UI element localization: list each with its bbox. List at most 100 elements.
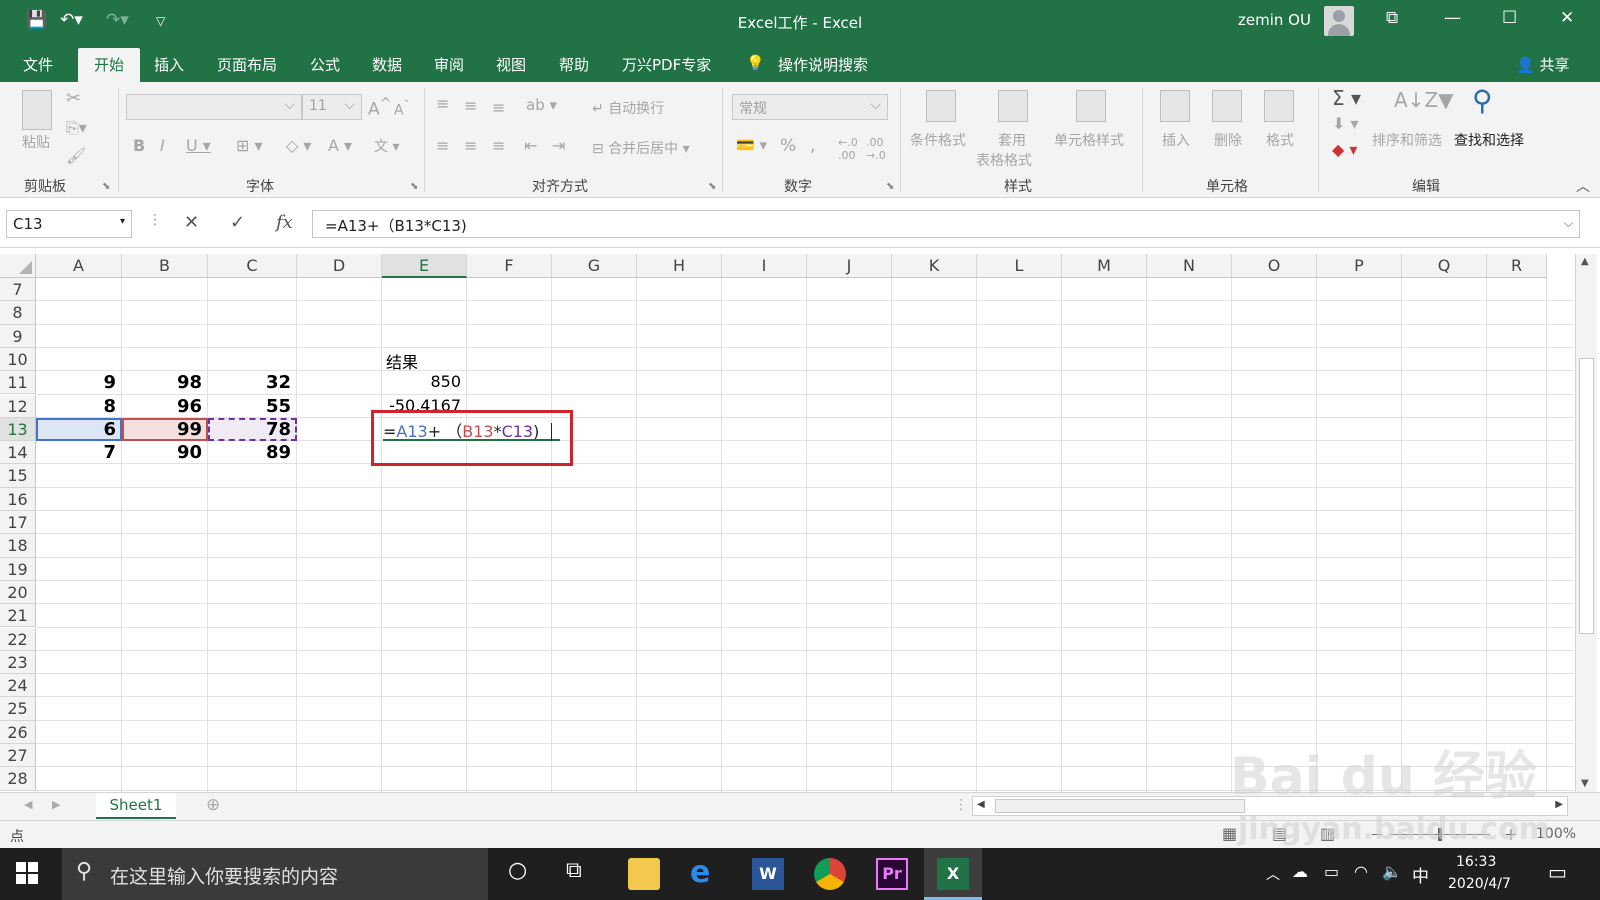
search-icon[interactable]: ⚲: [1472, 84, 1493, 117]
column-header-g[interactable]: G: [552, 254, 637, 278]
scroll-up-icon[interactable]: ▲: [1581, 256, 1589, 267]
fill-color-icon[interactable]: ◇ ▾: [286, 136, 311, 155]
row-header-25[interactable]: 25: [0, 697, 36, 721]
sheet-tab-sheet1[interactable]: Sheet1: [96, 793, 176, 819]
tab-home[interactable]: 开始: [78, 48, 141, 82]
conditional-format-icon[interactable]: [926, 90, 956, 122]
row-header-18[interactable]: 18: [0, 534, 36, 558]
column-header-i[interactable]: I: [722, 254, 807, 278]
grow-font-icon[interactable]: A^: [368, 96, 392, 120]
comma-icon[interactable]: ,: [810, 136, 815, 156]
tell-me-search[interactable]: 操作说明搜索: [778, 54, 868, 75]
share-button[interactable]: 👤 共享: [1516, 54, 1569, 75]
cell-c13[interactable]: 78: [208, 419, 291, 440]
merge-center-button[interactable]: ⊟ 合并后居中 ▾: [592, 138, 690, 158]
delete-cells-button[interactable]: 删除: [1214, 130, 1242, 150]
row-header-16[interactable]: 16: [0, 487, 36, 511]
cell-b14[interactable]: 90: [122, 442, 202, 463]
column-header-j[interactable]: J: [807, 254, 892, 278]
row-header-13[interactable]: 13: [0, 417, 36, 442]
column-header-o[interactable]: O: [1232, 254, 1317, 278]
increase-decimal-icon[interactable]: ←.0.00: [838, 136, 858, 162]
formula-input[interactable]: =A13+（B13*C13) ⌵: [312, 210, 1580, 238]
row-header-27[interactable]: 27: [0, 744, 36, 768]
cell-b11[interactable]: 98: [122, 372, 202, 393]
row-header-26[interactable]: 26: [0, 720, 36, 744]
volume-icon[interactable]: 🔈: [1382, 862, 1402, 881]
row-header-8[interactable]: 8: [0, 301, 36, 325]
clock-date[interactable]: 2020/4/7: [1448, 876, 1511, 892]
row-header-20[interactable]: 20: [0, 580, 36, 605]
format-painter-icon[interactable]: 🖌: [66, 146, 86, 165]
add-sheet-icon[interactable]: ⊕: [206, 795, 220, 815]
cell-b13[interactable]: 99: [122, 419, 202, 440]
row-header-24[interactable]: 24: [0, 674, 36, 698]
font-launcher-icon[interactable]: ⬊: [410, 181, 418, 192]
align-bottom-icon[interactable]: ≡: [492, 98, 505, 117]
cell-c11[interactable]: 32: [208, 372, 291, 393]
italic-icon[interactable]: I: [160, 136, 165, 155]
column-header-f[interactable]: F: [467, 254, 552, 278]
word-icon[interactable]: W: [752, 858, 784, 890]
chrome-icon[interactable]: [814, 858, 846, 890]
row-header-22[interactable]: 22: [0, 627, 36, 651]
excel-taskbar-item[interactable]: X: [924, 848, 982, 900]
column-header-l[interactable]: L: [977, 254, 1062, 278]
wifi-icon[interactable]: ◠: [1354, 862, 1368, 881]
windows-start-icon[interactable]: [16, 862, 38, 884]
format-cells-icon[interactable]: [1264, 90, 1294, 122]
font-color-icon[interactable]: A ▾: [328, 136, 352, 155]
row-header-14[interactable]: 14: [0, 441, 36, 465]
scroll-down-icon[interactable]: ▼: [1581, 778, 1589, 789]
alignment-launcher-icon[interactable]: ⬊: [708, 181, 716, 192]
cell-b12[interactable]: 96: [122, 396, 202, 417]
collapse-ribbon-icon[interactable]: ︿: [1576, 176, 1590, 196]
format-cells-button[interactable]: 格式: [1266, 130, 1294, 150]
row-header-9[interactable]: 9: [0, 324, 36, 348]
cell-styles-icon[interactable]: [1076, 90, 1106, 122]
tray-expand-icon[interactable]: ︿: [1266, 864, 1280, 884]
scroll-left-icon[interactable]: ◀: [977, 799, 985, 810]
prev-sheet-icon[interactable]: ◀: [24, 798, 32, 811]
cell-c14[interactable]: 89: [208, 442, 291, 463]
borders-icon[interactable]: ⊞ ▾: [236, 136, 263, 155]
shrink-font-icon[interactable]: Aˇ: [394, 98, 409, 119]
enter-icon[interactable]: ✓: [230, 212, 245, 233]
align-middle-icon[interactable]: ≡: [464, 96, 477, 115]
cell-a13[interactable]: 6: [36, 419, 116, 440]
column-header-r[interactable]: R: [1487, 254, 1547, 278]
column-header-p[interactable]: P: [1317, 254, 1402, 278]
sort-filter-button[interactable]: 排序和筛选: [1372, 130, 1442, 150]
paste-button[interactable]: 粘贴: [22, 132, 50, 152]
tab-view[interactable]: 视图: [496, 54, 526, 75]
tab-help[interactable]: 帮助: [559, 54, 589, 75]
percent-icon[interactable]: %: [780, 136, 796, 156]
cell-e11[interactable]: 850: [382, 372, 461, 391]
user-name[interactable]: zemin OU: [1238, 11, 1311, 29]
autosum-icon[interactable]: Σ ▾: [1332, 86, 1361, 110]
input-method[interactable]: 中: [1412, 862, 1429, 887]
font-name-dropdown[interactable]: ⌵: [126, 94, 302, 120]
column-header-n[interactable]: N: [1147, 254, 1232, 278]
row-header-23[interactable]: 23: [0, 650, 36, 675]
find-select-button[interactable]: 查找和选择: [1454, 130, 1524, 150]
tab-formulas[interactable]: 公式: [310, 54, 340, 75]
vertical-scroll-thumb[interactable]: [1579, 358, 1594, 634]
cell-a14[interactable]: 7: [36, 442, 116, 463]
align-center-icon[interactable]: ≡: [464, 136, 477, 155]
table-format-button-line1[interactable]: 套用: [998, 130, 1026, 150]
minimize-icon[interactable]: —: [1444, 8, 1461, 28]
column-header-a[interactable]: A: [36, 254, 122, 278]
font-size-dropdown[interactable]: 11 ⌵: [302, 94, 362, 120]
number-launcher-icon[interactable]: ⬊: [886, 181, 894, 192]
split-handle-icon[interactable]: ⋮: [954, 797, 968, 813]
bold-icon[interactable]: B: [133, 136, 145, 155]
fill-icon[interactable]: ⬇ ▾: [1332, 114, 1359, 133]
decrease-decimal-icon[interactable]: .00 →.0: [866, 136, 886, 162]
select-all-button[interactable]: [0, 254, 36, 278]
row-header-21[interactable]: 21: [0, 604, 36, 628]
table-format-button-line2[interactable]: 表格格式: [976, 150, 1032, 170]
name-box[interactable]: C13 ▾: [6, 210, 132, 238]
worksheet-grid[interactable]: A B C D E F G H I J K L M N O P Q R 7 8 9 10 11 12 13 14 15 16 17 18 1…: [0, 248, 1575, 792]
align-top-icon[interactable]: ≡: [436, 94, 449, 113]
